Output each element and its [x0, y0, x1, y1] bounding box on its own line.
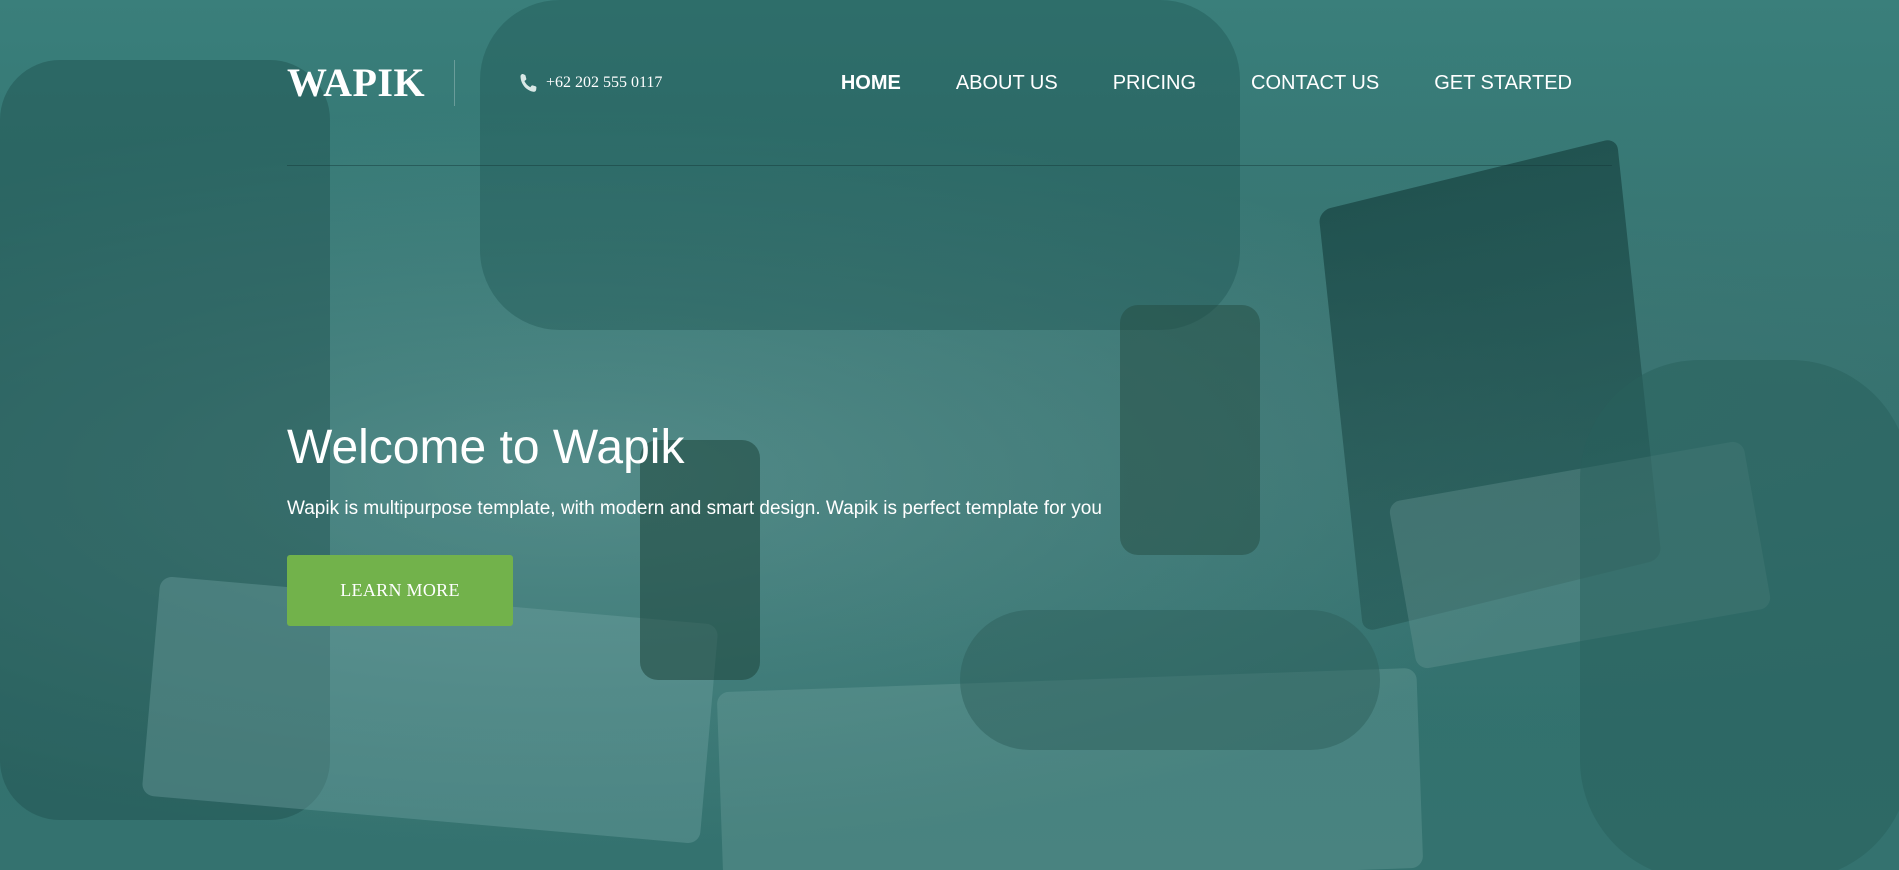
learn-more-button[interactable]: LEARN MORE	[287, 555, 513, 626]
hero-title: Welcome to Wapik	[287, 421, 685, 474]
header-divider	[454, 60, 455, 106]
nav-item-contact-us[interactable]: CONTACT US	[1251, 70, 1379, 96]
header-divider-line	[287, 165, 1612, 166]
hero-subtitle: Wapik is multipurpose template, with mod…	[287, 498, 1102, 519]
site-header: WAPIK +62 202 555 0117 HOME ABOUT US PRI…	[0, 0, 1899, 166]
nav-item-pricing[interactable]: PRICING	[1113, 70, 1196, 96]
phone-contact: +62 202 555 0117	[518, 72, 662, 94]
nav-item-home[interactable]: HOME	[841, 70, 901, 96]
phone-icon	[518, 72, 538, 94]
background-cup	[1120, 305, 1260, 555]
nav-item-about-us[interactable]: ABOUT US	[956, 70, 1058, 96]
logo[interactable]: WAPIK	[287, 60, 425, 106]
nav-item-get-started[interactable]: GET STARTED	[1434, 70, 1572, 96]
background-person-right	[1580, 360, 1899, 870]
phone-number: +62 202 555 0117	[546, 74, 663, 91]
background-hand	[960, 610, 1380, 750]
main-nav: HOME ABOUT US PRICING CONTACT US GET STA…	[841, 70, 1572, 96]
